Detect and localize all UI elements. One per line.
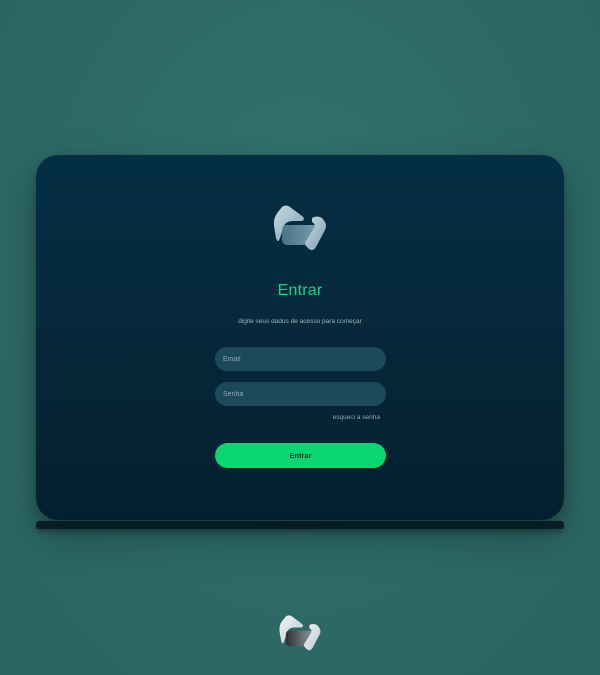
- login-button[interactable]: Entrar: [215, 443, 386, 468]
- page-title: Entrar: [277, 282, 323, 299]
- password-field[interactable]: [215, 382, 386, 406]
- email-field[interactable]: [215, 347, 386, 371]
- brand-logo-icon: [279, 615, 321, 651]
- forgot-password-link[interactable]: esqueci a senha: [333, 414, 380, 421]
- brand-logo-icon: [273, 205, 326, 251]
- login-subtitle: digite seus dados de acesso para começar: [238, 318, 362, 325]
- device-base: [36, 521, 564, 529]
